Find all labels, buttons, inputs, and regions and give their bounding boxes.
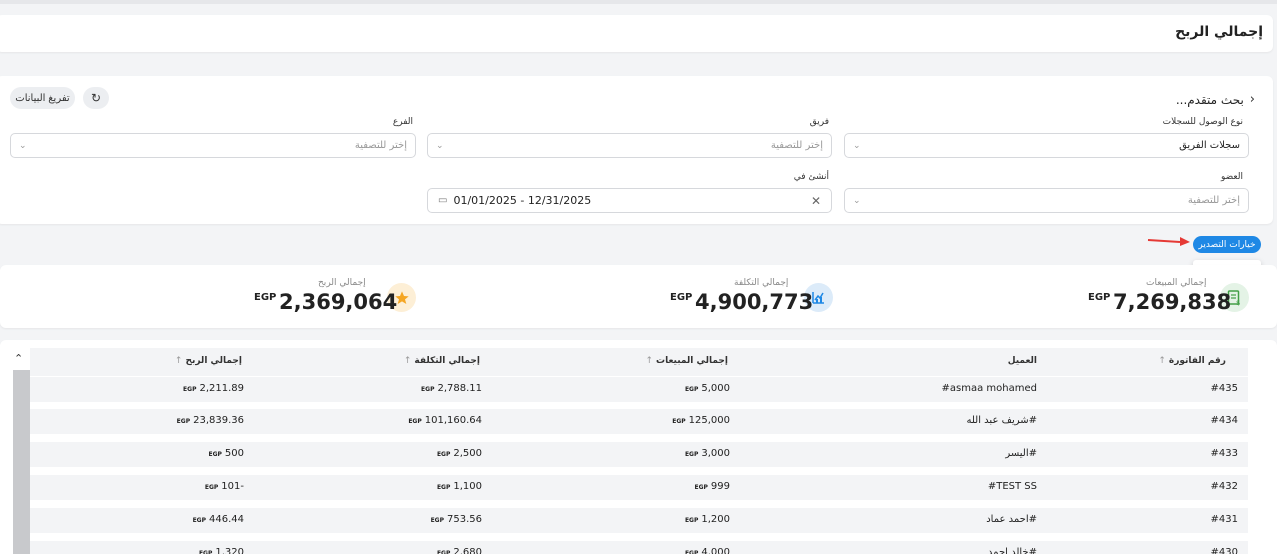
header-cost[interactable]: إجمالي التكلفة↑ (404, 356, 480, 366)
team-select[interactable]: إختر للتصفية ⌄ (427, 133, 832, 158)
cell-client: TEST SS# (987, 481, 1037, 492)
branch-placeholder: إختر للتصفية (354, 140, 407, 151)
cell-cost: EGP 753.56 (430, 514, 482, 525)
table-header: رقم الفاتورة↑ العميل إجمالي المبيعات↑ إج… (30, 348, 1248, 376)
cell-profit: EGP 446.44 (192, 514, 244, 525)
cell-cost: EGP 1,100 (436, 481, 482, 492)
refresh-icon: ↻ (90, 91, 102, 105)
table-row[interactable]: #435 asmaa mohamed# EGP 5,000 EGP 2,788.11 EGP… (30, 377, 1248, 402)
created-in-label: أنشئ في (793, 172, 829, 182)
cell-client: #اليسر (1005, 448, 1037, 459)
chevron-down-icon: ⌄ (19, 140, 27, 151)
access-type-select[interactable]: سجلات الفريق ⌄ (844, 133, 1249, 158)
chevron-down-icon: ⌄ (853, 140, 861, 151)
date-range-input[interactable]: ▭ 01/01/2025 - 12/31/2025 ✕ (427, 188, 832, 213)
team-placeholder: إختر للتصفية (770, 140, 823, 151)
cell-profit: EGP 500 (208, 448, 244, 459)
profit-currency: EGP (254, 292, 277, 303)
sales-total-value: 7,269,838 (1113, 290, 1232, 314)
team-label: فريق (809, 117, 829, 127)
sort-arrow-icon: ↑ (403, 356, 412, 366)
red-arrow-annotation (1147, 237, 1190, 246)
cell-invoice: #433 (1210, 448, 1238, 459)
member-placeholder: إختر للتصفية (1187, 195, 1240, 206)
member-select[interactable]: إختر للتصفية ⌄ (844, 188, 1249, 213)
header-client: العميل (1007, 356, 1037, 366)
profit-total-label: إجمالي الربح (318, 278, 366, 288)
table-row[interactable]: #432 TEST SS# EGP 999 EGP 1,100 EGP 101- (30, 475, 1248, 500)
cell-cost: EGP 2,788.11 (421, 383, 482, 394)
export-options-button[interactable]: خيارات التصدير (1193, 236, 1261, 253)
cell-invoice: #435 (1210, 383, 1238, 394)
cell-invoice: #430 (1210, 547, 1238, 554)
cell-client: #احمد عماد (986, 514, 1037, 525)
cell-profit: EGP 1,320 (198, 547, 244, 554)
stats-card: $ إجمالي المبيعات 7,269,838 EGP إجمالي ا… (0, 265, 1277, 328)
page-title: إجمالي الربح (1175, 24, 1263, 40)
sales-currency: EGP (1088, 292, 1111, 303)
chevron-left-icon: ‹ (1249, 92, 1255, 107)
cell-sales: EGP 999 (694, 481, 730, 492)
cell-invoice: #431 (1210, 514, 1238, 525)
cell-cost: EGP 2,500 (436, 448, 482, 459)
title-card: إجمالي الربح (0, 15, 1273, 52)
branch-label: الفرع (392, 117, 413, 127)
cell-profit: EGP 23,839.36 (176, 415, 244, 426)
advanced-search-toggle[interactable]: ‹ بحث متقدم... (1176, 92, 1255, 107)
cost-total-label: إجمالي التكلفة (734, 278, 789, 288)
cell-cost: EGP 101,160.64 (408, 415, 482, 426)
cell-cost: EGP 2,680 (436, 547, 482, 554)
chevron-up-icon[interactable]: ⌃ (14, 352, 23, 365)
member-label: العضو (1220, 172, 1243, 182)
cell-client: #خالد احمد (987, 547, 1037, 554)
cost-total-value: 4,900,773 (695, 290, 814, 314)
cell-sales: EGP 125,000 (672, 415, 730, 426)
sort-arrow-icon: ↑ (645, 356, 654, 366)
access-type-value: سجلات الفريق (1179, 140, 1240, 151)
header-invoice[interactable]: رقم الفاتورة↑ (1158, 356, 1226, 366)
cell-invoice: #434 (1210, 415, 1238, 426)
date-range-value: 01/01/2025 - 12/31/2025 (453, 194, 592, 207)
cell-sales: EGP 3,000 (684, 448, 730, 459)
refresh-button[interactable]: ↻ (83, 87, 109, 109)
advanced-search-label: بحث متقدم... (1175, 92, 1244, 107)
table-row[interactable]: #431 #احمد عماد EGP 1,200 EGP 753.56 EGP 446.44 (30, 508, 1248, 533)
invoices-table: ⌃ رقم الفاتورة↑ العميل إجمالي المبيعات↑ … (0, 340, 1277, 554)
cell-client: #شريف عبد الله (966, 415, 1038, 426)
calendar-icon: ▭ (438, 195, 448, 206)
scrollbar-thumb[interactable] (13, 370, 30, 554)
header-profit[interactable]: إجمالي الربح↑ (175, 356, 242, 366)
clear-data-button[interactable]: تفريغ البيانات (10, 87, 75, 109)
clear-date-icon[interactable]: ✕ (811, 194, 821, 208)
cell-profit: EGP 2,211.89 (183, 383, 244, 394)
svg-text:$: $ (1236, 299, 1240, 306)
cost-currency: EGP (670, 292, 693, 303)
branch-select[interactable]: إختر للتصفية ⌄ (10, 133, 416, 158)
sales-total-label: إجمالي المبيعات (1146, 278, 1207, 288)
filter-panel: ‹ بحث متقدم... تفريغ البيانات ↻ نوع الوص… (0, 76, 1273, 224)
sort-arrow-icon: ↑ (1158, 356, 1166, 366)
table-row[interactable]: #433 #اليسر EGP 3,000 EGP 2,500 EGP 500 (30, 442, 1248, 467)
sort-arrow-icon: ↑ (174, 356, 183, 366)
cell-sales: EGP 5,000 (684, 383, 730, 394)
header-sales[interactable]: إجمالي المبيعات↑ (646, 356, 729, 366)
top-strip (0, 0, 1277, 4)
table-row[interactable]: #434 #شريف عبد الله EGP 125,000 EGP 101,160.6… (30, 409, 1248, 434)
cell-invoice: #432 (1210, 481, 1238, 492)
chevron-down-icon: ⌄ (853, 195, 861, 206)
chevron-down-icon: ⌄ (436, 140, 444, 151)
profit-total-value: 2,369,064 (279, 290, 398, 314)
cell-sales: EGP 1,200 (684, 514, 730, 525)
cell-client: asmaa mohamed# (941, 383, 1037, 394)
access-type-label: نوع الوصول للسجلات (1162, 117, 1243, 127)
cell-profit: EGP 101- (204, 481, 244, 492)
table-row[interactable]: #430 #خالد احمد EGP 4,000 EGP 2,680 EGP 1,320 (30, 541, 1248, 554)
cell-sales: EGP 4,000 (684, 547, 730, 554)
